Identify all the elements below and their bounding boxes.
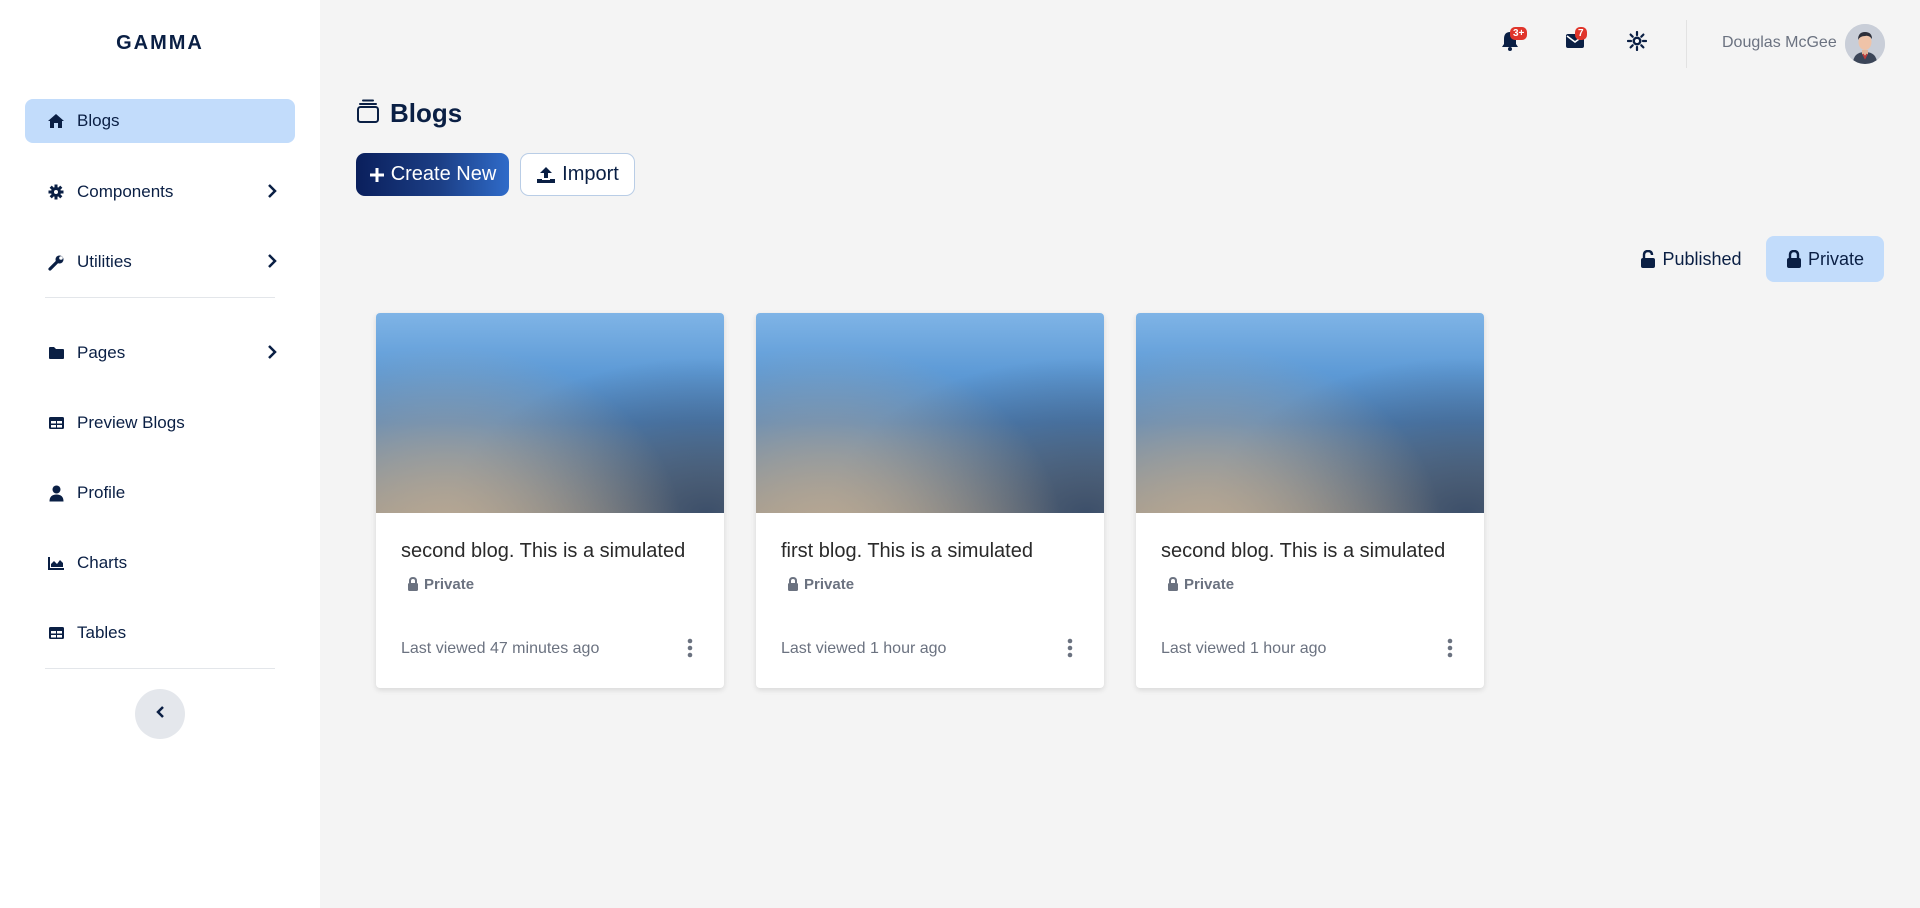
lock-icon <box>787 577 799 592</box>
home-icon <box>45 110 67 132</box>
sidebar-item-profile[interactable]: Profile <box>25 471 295 515</box>
blog-card-image[interactable] <box>376 313 724 513</box>
filter-published[interactable]: Published <box>1632 236 1750 282</box>
chevron-left-icon <box>155 705 165 724</box>
status-label: Private <box>1184 576 1235 593</box>
sidebar-item-pages[interactable]: Pages <box>25 331 295 375</box>
chevron-right-icon <box>263 343 281 361</box>
sun-icon <box>1626 30 1648 56</box>
blog-card-last-viewed: Last viewed 1 hour ago <box>1161 640 1327 657</box>
plus-icon <box>369 167 385 183</box>
more-options-button[interactable] <box>1444 638 1456 663</box>
area-chart-icon <box>45 552 67 574</box>
sidebar-item-label: Charts <box>77 553 128 572</box>
lock-icon <box>1786 249 1802 269</box>
upload-icon <box>536 165 556 185</box>
gear-icon <box>45 181 67 203</box>
sidebar-item-label: Utilities <box>77 252 132 271</box>
messages-button[interactable]: 7 <box>1563 27 1587 55</box>
notifications-badge: 3+ <box>1510 27 1528 40</box>
brand-logo[interactable]: GAMMA <box>0 32 320 55</box>
table-icon <box>45 412 67 434</box>
table-icon <box>45 622 67 644</box>
sidebar-item-label: Components <box>77 182 174 201</box>
sidebar-item-utilities[interactable]: Utilities <box>25 240 295 284</box>
blog-card[interactable]: first blog. This is a simulated Private … <box>756 313 1104 688</box>
sidebar-divider <box>45 297 275 298</box>
kebab-menu-icon <box>1067 638 1073 663</box>
blog-card-title[interactable]: second blog. This is a simulated <box>1161 540 1445 563</box>
filter-private[interactable]: Private <box>1766 236 1884 282</box>
create-new-label: Create New <box>390 163 497 185</box>
create-new-button[interactable]: Create New <box>356 153 509 196</box>
import-button[interactable]: Import <box>520 153 635 196</box>
sidebar: GAMMA Blogs Components Utilities Pages P… <box>0 0 320 908</box>
blog-card[interactable]: second blog. This is a simulated Private… <box>1136 313 1484 688</box>
sidebar-item-tables[interactable]: Tables <box>25 611 295 655</box>
more-options-button[interactable] <box>1064 638 1076 663</box>
sidebar-item-blogs[interactable]: Blogs <box>25 99 295 143</box>
more-options-button[interactable] <box>684 638 696 663</box>
sidebar-divider <box>45 668 275 669</box>
layers-icon <box>356 98 380 129</box>
status-badge: Private <box>787 576 854 593</box>
filter-private-label: Private <box>1807 248 1865 269</box>
blog-card-last-viewed: Last viewed 1 hour ago <box>781 640 947 657</box>
status-label: Private <box>424 576 475 593</box>
lock-icon <box>1167 577 1179 592</box>
sidebar-item-label: Pages <box>77 343 126 362</box>
lock-icon <box>407 577 419 592</box>
sidebar-item-label: Tables <box>77 623 127 642</box>
blog-card-last-viewed: Last viewed 47 minutes ago <box>401 640 600 657</box>
header-divider <box>1686 20 1687 68</box>
sidebar-item-charts[interactable]: Charts <box>25 541 295 585</box>
blog-card-title[interactable]: second blog. This is a simulated <box>401 540 685 563</box>
page-title: Blogs <box>356 98 462 129</box>
messages-badge: 7 <box>1575 27 1587 40</box>
blog-card[interactable]: second blog. This is a simulated Private… <box>376 313 724 688</box>
sidebar-item-label: Profile <box>77 483 126 502</box>
import-label: Import <box>562 163 619 185</box>
sidebar-item-label: Blogs <box>77 111 120 130</box>
sidebar-item-components[interactable]: Components <box>25 170 295 214</box>
kebab-menu-icon <box>687 638 693 663</box>
blog-card-image[interactable] <box>1136 313 1484 513</box>
kebab-menu-icon <box>1447 638 1453 663</box>
unlock-icon <box>1640 249 1656 269</box>
status-badge: Private <box>1167 576 1234 593</box>
user-icon <box>45 482 67 504</box>
blog-card-image[interactable] <box>756 313 1104 513</box>
user-name[interactable]: Douglas McGee <box>1722 34 1837 52</box>
page-title-text: Blogs <box>390 98 463 128</box>
status-badge: Private <box>407 576 474 593</box>
filter-published-label: Published <box>1662 248 1742 269</box>
status-label: Private <box>804 576 855 593</box>
wrench-icon <box>45 251 67 273</box>
blog-card-title[interactable]: first blog. This is a simulated <box>781 540 1033 563</box>
sidebar-collapse-button[interactable] <box>135 689 185 739</box>
folder-icon <box>45 342 67 364</box>
theme-toggle-button[interactable] <box>1625 30 1649 56</box>
sidebar-item-label: Preview Blogs <box>77 413 185 432</box>
chevron-right-icon <box>263 252 281 270</box>
avatar[interactable] <box>1845 24 1885 64</box>
notifications-button[interactable]: 3+ <box>1498 27 1528 55</box>
chevron-right-icon <box>263 182 281 200</box>
sidebar-item-preview-blogs[interactable]: Preview Blogs <box>25 401 295 445</box>
